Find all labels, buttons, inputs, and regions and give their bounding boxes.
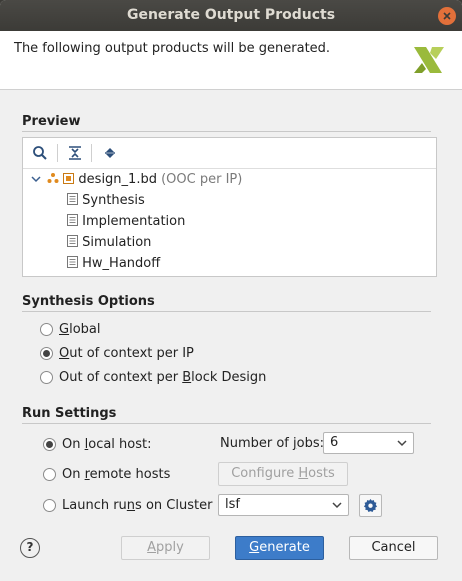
preview-divider xyxy=(22,131,431,132)
vivado-logo-icon xyxy=(414,47,444,73)
dialog-header: The following output products will be ge… xyxy=(0,31,462,90)
cluster-value: lsf xyxy=(225,497,240,512)
chevron-down-icon[interactable] xyxy=(31,174,41,184)
option-label: Out of context per IP xyxy=(59,345,194,361)
number-of-jobs-select[interactable]: 6 xyxy=(323,432,414,454)
synthesis-options-title: Synthesis Options xyxy=(22,294,155,309)
radio-indicator[interactable] xyxy=(40,322,53,336)
option-label: On local host: xyxy=(62,436,152,452)
tree-child-synthesis[interactable]: Synthesis xyxy=(67,191,145,211)
radio-indicator[interactable] xyxy=(40,346,53,360)
run-settings-title: Run Settings xyxy=(22,406,117,421)
option-label: On remote hosts xyxy=(62,466,171,482)
close-button[interactable] xyxy=(438,7,456,25)
cluster-settings-button[interactable] xyxy=(359,494,382,517)
synthesis-ooc-per-block-design-radio[interactable]: Out of context per Block Design xyxy=(40,368,266,386)
block-design-icon xyxy=(47,173,59,183)
jobs-value: 6 xyxy=(330,435,339,450)
window-title: Generate Output Products xyxy=(126,7,336,23)
help-button[interactable]: ? xyxy=(20,538,40,558)
radio-indicator[interactable] xyxy=(43,437,56,451)
option-label: Launch runs on Cluster xyxy=(62,497,213,513)
number-of-jobs-label: Number of jobs: xyxy=(220,436,325,451)
tree-child-label: Hw_Handoff xyxy=(82,256,161,271)
file-icon xyxy=(67,256,78,268)
ip-status-icon xyxy=(63,173,75,184)
design-name: design_1.bd xyxy=(78,172,157,187)
close-icon xyxy=(443,12,451,20)
apply-button[interactable]: Apply xyxy=(121,536,210,560)
chevron-down-icon xyxy=(397,440,407,447)
chevron-down-icon xyxy=(332,502,342,509)
generate-button[interactable]: Generate xyxy=(235,536,324,560)
synthesis-ooc-per-ip-radio[interactable]: Out of context per IP xyxy=(40,344,194,362)
configure-hosts-button[interactable]: Configure Hosts xyxy=(218,462,348,486)
synthesis-options-divider xyxy=(22,311,431,312)
file-icon xyxy=(67,235,78,247)
preview-section-title: Preview xyxy=(22,114,81,129)
tree-child-label: Synthesis xyxy=(82,193,145,208)
toolbar-separator xyxy=(91,144,92,162)
file-icon xyxy=(67,214,78,226)
generate-output-products-dialog: Generate Output Products The following o… xyxy=(0,0,462,581)
synthesis-global-radio[interactable]: Global xyxy=(40,320,100,338)
design-suffix: (OOC per IP) xyxy=(161,172,243,187)
file-icon xyxy=(67,193,78,205)
tree-child-hw-handoff[interactable]: Hw_Handoff xyxy=(67,254,160,274)
tree-child-implementation[interactable]: Implementation xyxy=(67,212,185,232)
run-cluster-radio[interactable]: Launch runs on Cluster xyxy=(43,496,212,514)
tree-root-item[interactable]: design_1.bd (OOC per IP) xyxy=(31,170,242,190)
radio-indicator[interactable] xyxy=(40,370,53,384)
gear-icon xyxy=(363,498,378,512)
expand-all-button[interactable] xyxy=(99,143,121,163)
title-bar: Generate Output Products xyxy=(0,0,462,31)
header-description: The following output products will be ge… xyxy=(14,41,331,56)
tree-child-simulation[interactable]: Simulation xyxy=(67,233,151,253)
radio-indicator[interactable] xyxy=(43,467,56,481)
option-label: Out of context per Block Design xyxy=(59,369,267,385)
cluster-select[interactable]: lsf xyxy=(218,494,349,516)
tree-child-label: Implementation xyxy=(82,214,186,229)
collapse-all-icon xyxy=(69,146,81,160)
search-icon xyxy=(33,146,47,160)
search-button[interactable] xyxy=(29,143,51,163)
tree-child-label: Simulation xyxy=(82,235,152,250)
expand-all-icon xyxy=(105,148,115,158)
run-settings-divider xyxy=(22,423,431,424)
radio-indicator[interactable] xyxy=(43,498,56,512)
run-remote-hosts-radio[interactable]: On remote hosts xyxy=(43,465,170,483)
option-label: Global xyxy=(59,321,101,337)
preview-toolbar xyxy=(23,138,436,169)
run-local-host-radio[interactable]: On local host: xyxy=(43,435,152,453)
preview-tree-panel: design_1.bd (OOC per IP) Synthesis Imple… xyxy=(22,137,437,277)
toolbar-separator xyxy=(57,144,58,162)
collapse-all-button[interactable] xyxy=(64,143,86,163)
cancel-button[interactable]: Cancel xyxy=(349,536,438,560)
